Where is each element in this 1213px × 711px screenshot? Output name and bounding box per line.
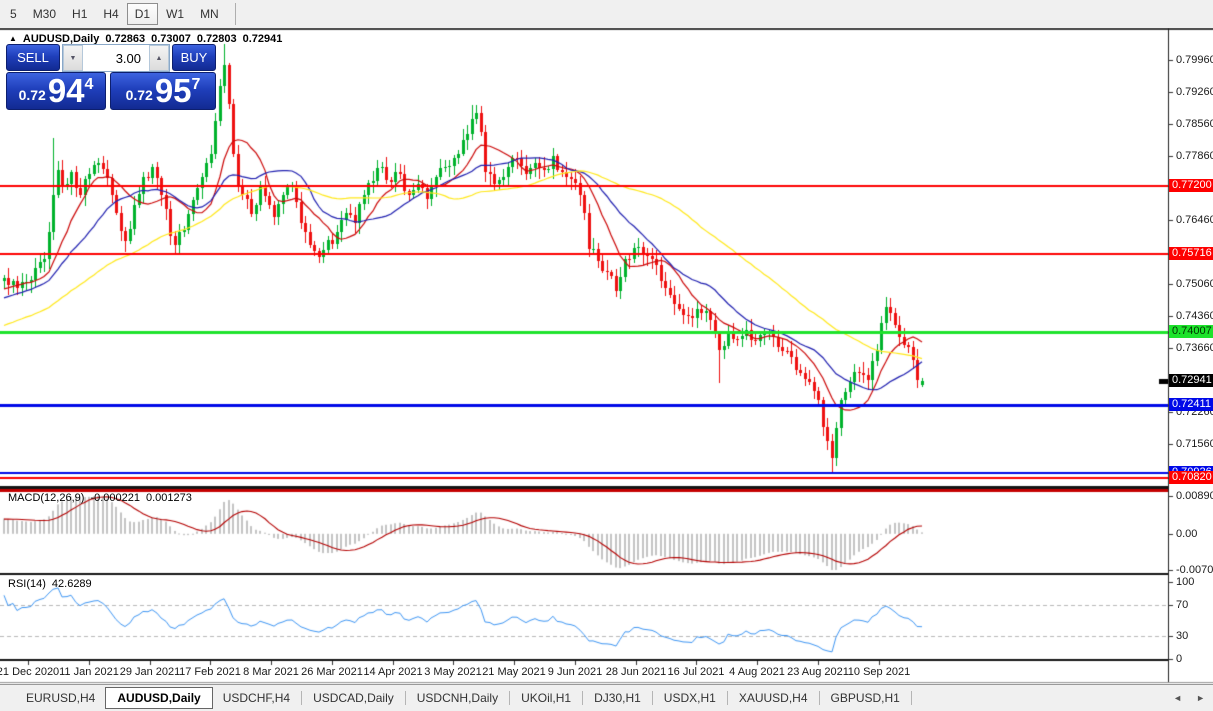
- tab-usdcnh-daily[interactable]: USDCNH,Daily: [407, 687, 508, 709]
- macd-tick-0.008904: 0.008904: [1176, 490, 1213, 502]
- rsi-value: 42.6289: [52, 578, 92, 590]
- price-axis: 0.79960 0.79260 0.78560 0.77860 0.76460 0.750…: [1168, 0, 1213, 683]
- price-tick-0.75060: 0.75060: [1176, 278, 1213, 290]
- volume-increase-icon[interactable]: ▲: [149, 45, 169, 71]
- tab-separator: [727, 691, 728, 705]
- buy-price-prefix: 0.72: [126, 87, 153, 103]
- volume-decrease-icon[interactable]: ▼: [63, 45, 83, 71]
- rsi-tick-30: 30: [1176, 630, 1188, 642]
- timeframe-h4[interactable]: H4: [95, 3, 126, 25]
- timeframe-toolbar: 5 M30 H1 H4 D1 W1 MN: [0, 0, 1213, 28]
- date-label-3-May-2021: 3 May 2021: [421, 666, 485, 678]
- rsi-tick-100: 100: [1176, 576, 1194, 588]
- price-marker-0.72941: 0.72941: [1169, 374, 1213, 387]
- date-label-29-Jan-2021: 29 Jan 2021: [118, 666, 182, 678]
- rsi-label: RSI(14): [8, 578, 46, 590]
- tab-scroll-right-icon[interactable]: ►: [1196, 693, 1205, 703]
- sell-button-label: SELL: [17, 50, 49, 65]
- buy-price-pip: 7: [192, 76, 201, 94]
- price-marker-0.72411: 0.72411: [1169, 398, 1213, 411]
- sell-price-quote[interactable]: 0.72 94 4: [6, 72, 106, 110]
- tab-usdx-h1[interactable]: USDX,H1: [654, 687, 726, 709]
- date-label-11-Jan-2021: 11 Jan 2021: [57, 666, 121, 678]
- macd-indicator-title: MACD(12,26,9) -0.000221 0.001273: [8, 492, 192, 504]
- macd-value-signal: 0.001273: [146, 492, 192, 504]
- timeframe-h1[interactable]: H1: [64, 3, 95, 25]
- timeframe-m30[interactable]: M30: [25, 3, 64, 25]
- price-marker-0.74007: 0.74007: [1169, 325, 1213, 338]
- rsi-tick-70: 70: [1176, 599, 1188, 611]
- date-label-17-Feb-2021: 17 Feb 2021: [178, 666, 242, 678]
- tab-xauusd-h4[interactable]: XAUUSD,H4: [729, 687, 818, 709]
- price-tick-0.71560: 0.71560: [1176, 438, 1213, 450]
- tab-eurusd-h4[interactable]: EURUSD,H4: [16, 687, 105, 709]
- date-label-28-Jun-2021: 28 Jun 2021: [604, 666, 668, 678]
- date-label-8-Mar-2021: 8 Mar 2021: [239, 666, 303, 678]
- rsi-tick-0: 0: [1176, 653, 1182, 665]
- tab-separator: [911, 691, 912, 705]
- macd-tick--0.007013: -0.007013: [1176, 564, 1213, 576]
- macd-tick-0.00: 0.00: [1176, 528, 1197, 540]
- ohlc-close: 0.72941: [243, 33, 283, 45]
- one-click-trade-panel: SELL ▼ ▲ BUY 0.72 94 4 0.72 95 7: [6, 44, 216, 110]
- tab-separator: [509, 691, 510, 705]
- tab-separator: [652, 691, 653, 705]
- date-label-14-Apr-2021: 14 Apr 2021: [361, 666, 425, 678]
- tab-dj30-h1[interactable]: DJ30,H1: [584, 687, 651, 709]
- buy-button[interactable]: BUY: [172, 44, 216, 71]
- date-label-26-Mar-2021: 26 Mar 2021: [300, 666, 364, 678]
- tab-audusd-daily[interactable]: AUDUSD,Daily: [105, 687, 212, 709]
- date-axis: 21 Dec 202011 Jan 202129 Jan 202117 Feb …: [0, 660, 1168, 682]
- macd-label: MACD(12,26,9): [8, 492, 84, 504]
- price-marker-0.77200: 0.77200: [1169, 179, 1213, 192]
- price-marker-0.75716: 0.75716: [1169, 247, 1213, 260]
- price-tick-0.79960: 0.79960: [1176, 54, 1213, 66]
- macd-value-main: -0.000221: [90, 492, 140, 504]
- toolbar-separator: [235, 3, 236, 25]
- tab-separator: [301, 691, 302, 705]
- buy-price-quote[interactable]: 0.72 95 7: [110, 72, 216, 110]
- sell-price-prefix: 0.72: [19, 87, 46, 103]
- timeframe-d1[interactable]: D1: [127, 3, 158, 25]
- tab-separator: [405, 691, 406, 705]
- timeframe-m5[interactable]: 5: [2, 3, 25, 25]
- tab-usdchf-h4[interactable]: USDCHF,H4: [213, 687, 300, 709]
- tab-separator: [582, 691, 583, 705]
- tab-separator: [819, 691, 820, 705]
- collapse-icon[interactable]: ▲: [9, 34, 17, 43]
- tab-ukoil-h1[interactable]: UKOil,H1: [511, 687, 581, 709]
- date-label-9-Jun-2021: 9 Jun 2021: [543, 666, 607, 678]
- tab-scroll-left-icon[interactable]: ◄: [1173, 693, 1182, 703]
- sell-price-pip: 4: [85, 76, 94, 94]
- price-tick-0.79260: 0.79260: [1176, 86, 1213, 98]
- sell-price-big: 94: [48, 76, 85, 106]
- date-label-10-Sep-2021: 10 Sep 2021: [847, 666, 911, 678]
- volume-stepper: ▼ ▲: [62, 44, 170, 72]
- date-label-21-May-2021: 21 May 2021: [482, 666, 546, 678]
- tab-usdcad-daily[interactable]: USDCAD,Daily: [303, 687, 404, 709]
- date-label-23-Aug-2021: 23 Aug 2021: [786, 666, 850, 678]
- sell-button[interactable]: SELL: [6, 44, 60, 71]
- price-tick-0.77860: 0.77860: [1176, 150, 1213, 162]
- date-label-21-Dec-2020: 21 Dec 2020: [0, 666, 60, 678]
- buy-button-label: BUY: [181, 50, 208, 65]
- price-tick-0.73660: 0.73660: [1176, 342, 1213, 354]
- timeframe-w1[interactable]: W1: [158, 3, 192, 25]
- date-label-16-Jul-2021: 16 Jul 2021: [664, 666, 728, 678]
- tab-gbpusd-h1[interactable]: GBPUSD,H1: [821, 687, 910, 709]
- price-marker-0.70820: 0.70820: [1169, 471, 1213, 484]
- price-tick-0.76460: 0.76460: [1176, 214, 1213, 226]
- price-tick-0.74360: 0.74360: [1176, 310, 1213, 322]
- date-label-4-Aug-2021: 4 Aug 2021: [725, 666, 789, 678]
- price-tick-0.78560: 0.78560: [1176, 118, 1213, 130]
- buy-price-big: 95: [155, 76, 192, 106]
- symbol-tabbar: EURUSD,H4 AUDUSD,Daily USDCHF,H4 USDCAD,…: [0, 684, 1213, 711]
- rsi-indicator-title: RSI(14) 42.6289: [8, 578, 92, 590]
- timeframe-mn[interactable]: MN: [192, 3, 227, 25]
- volume-input[interactable]: [83, 45, 149, 71]
- tab-scroll-arrows: ◄ ►: [1173, 693, 1205, 703]
